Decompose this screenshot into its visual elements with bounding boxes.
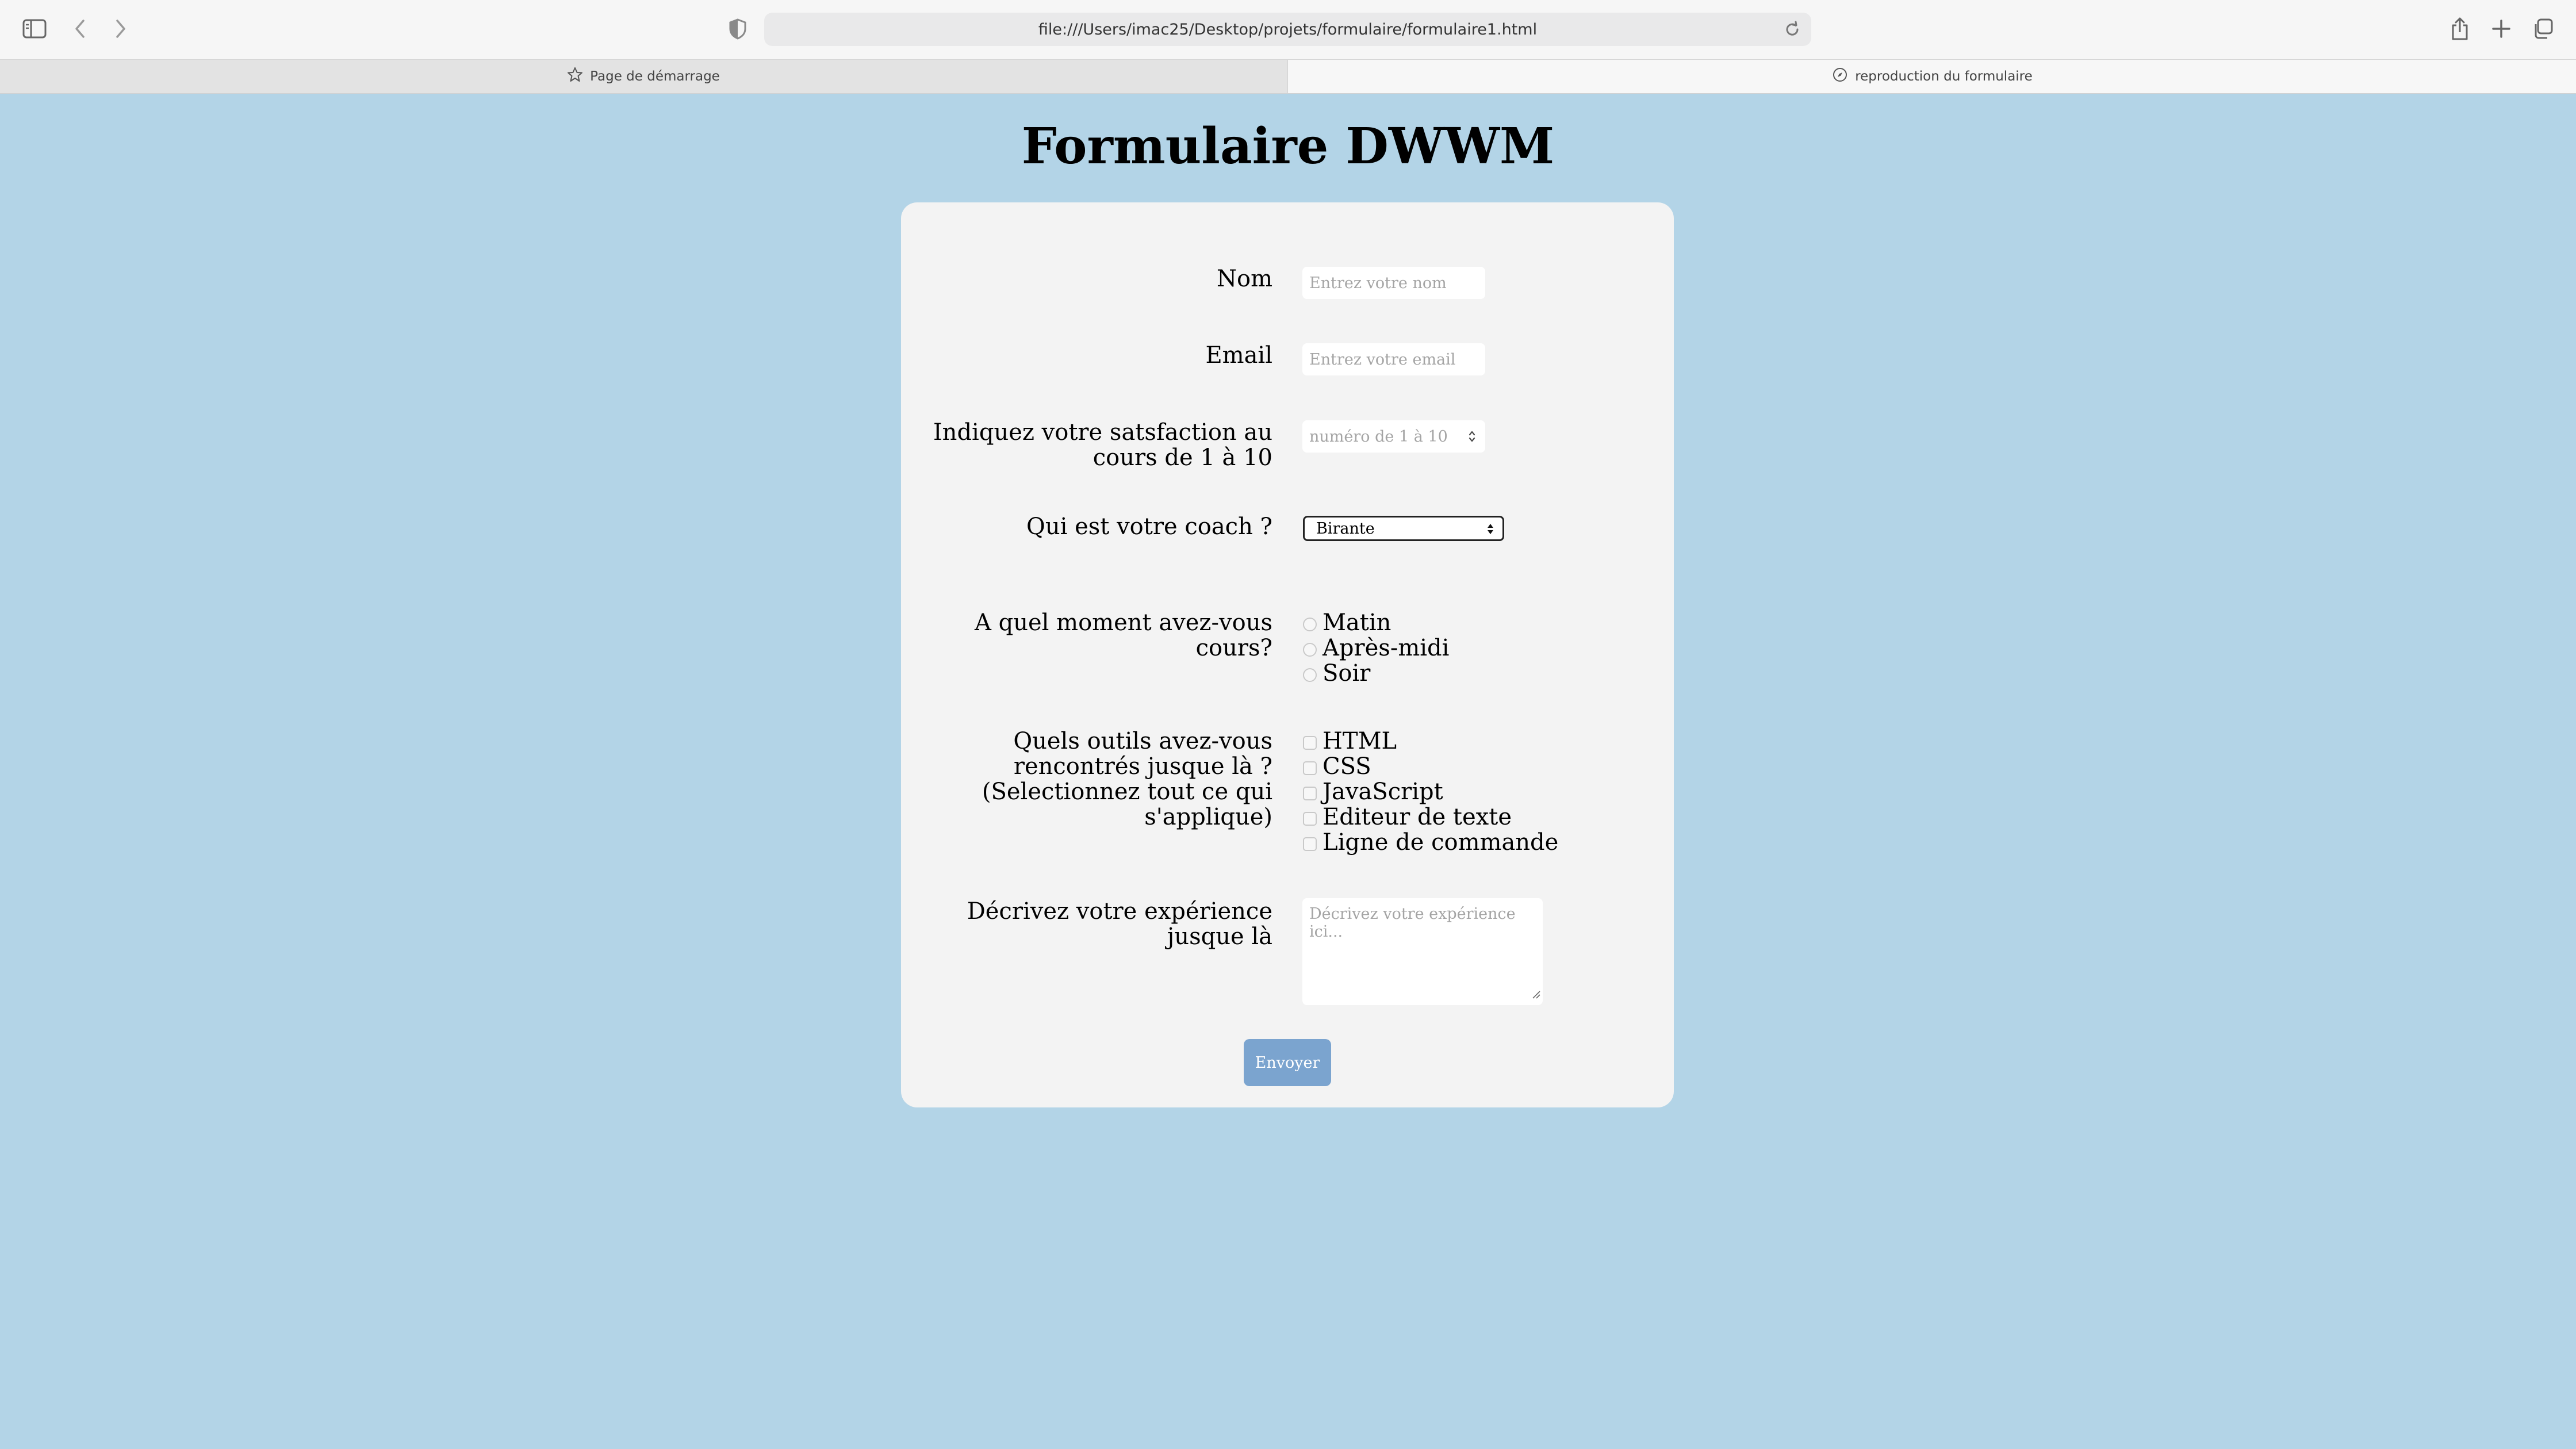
experience-label: Décrivez votre expérience jusque là — [967, 898, 1272, 950]
coach-select[interactable]: Birante — [1303, 516, 1504, 541]
tab-label: Page de démarrage — [590, 69, 720, 84]
email-label: Email — [1205, 342, 1272, 369]
reload-icon[interactable] — [1784, 21, 1801, 42]
radio-label: Soir — [1322, 660, 1371, 687]
tool-option-text-editor[interactable]: Editeur de texte — [1303, 804, 1512, 830]
tab-label: reproduction du formulaire — [1855, 69, 2033, 84]
satisfaction-input[interactable]: numéro de 1 à 10 — [1302, 420, 1485, 453]
tool-option-javascript[interactable]: JavaScript — [1303, 779, 1443, 804]
new-tab-icon[interactable] — [2491, 17, 2512, 40]
checkbox-label: CSS — [1322, 753, 1371, 780]
resize-handle-icon[interactable] — [1531, 985, 1540, 1003]
checkbox[interactable] — [1303, 787, 1317, 800]
url-text: file:///Users/imac25/Desktop/projets/for… — [1038, 20, 1538, 39]
tool-option-css[interactable]: CSS — [1303, 754, 1371, 779]
checkbox-label: HTML — [1322, 728, 1397, 754]
checkbox-label: Ligne de commande — [1322, 829, 1559, 856]
radio-label: Matin — [1322, 610, 1392, 636]
satisfaction-placeholder: numéro de 1 à 10 — [1309, 427, 1448, 446]
star-icon — [567, 67, 583, 86]
privacy-shield-icon[interactable] — [728, 17, 747, 40]
checkbox[interactable] — [1303, 837, 1317, 851]
select-arrows-icon — [1486, 522, 1494, 540]
checkbox-label: Editeur de texte — [1322, 804, 1512, 830]
tab-form-reproduction[interactable]: reproduction du formulaire — [1287, 60, 2576, 93]
checkbox[interactable] — [1303, 812, 1317, 826]
compass-icon — [1832, 67, 1848, 86]
name-input[interactable]: Entrez votre nom — [1302, 267, 1485, 299]
tab-overview-icon[interactable] — [2531, 17, 2554, 40]
tab-start-page[interactable]: Page de démarrage — [0, 60, 1287, 93]
submit-button[interactable]: Envoyer — [1244, 1039, 1331, 1086]
checkbox[interactable] — [1303, 761, 1317, 775]
browser-toolbar: file:///Users/imac25/Desktop/projets/for… — [0, 0, 2576, 59]
radio-button[interactable] — [1303, 618, 1317, 631]
forward-icon[interactable] — [113, 17, 129, 40]
name-label: Nom — [1216, 266, 1272, 292]
experience-placeholder: Décrivez votre expérience ici... — [1309, 905, 1516, 941]
radio-label: Après-midi — [1322, 635, 1450, 661]
moment-option-apres-midi[interactable]: Après-midi — [1303, 635, 1449, 661]
tab-bar: Page de démarrage reproduction du formul… — [0, 59, 2576, 94]
checkbox-label: JavaScript — [1322, 779, 1443, 805]
tool-option-command-line[interactable]: Ligne de commande — [1303, 830, 1558, 855]
sidebar-toggle-icon[interactable] — [22, 17, 47, 40]
checkbox[interactable] — [1303, 736, 1317, 750]
back-icon[interactable] — [72, 17, 88, 40]
experience-textarea[interactable]: Décrivez votre expérience ici... — [1302, 898, 1543, 1005]
stepper-arrows-icon[interactable] — [1468, 430, 1476, 447]
radio-button[interactable] — [1303, 668, 1317, 682]
coach-selected-value: Birante — [1316, 519, 1375, 538]
address-bar[interactable]: file:///Users/imac25/Desktop/projets/for… — [764, 13, 1811, 46]
share-icon[interactable] — [2450, 16, 2470, 41]
moment-option-soir[interactable]: Soir — [1303, 661, 1370, 686]
moment-label: A quel moment avez-vous cours? — [975, 610, 1272, 661]
moment-option-matin[interactable]: Matin — [1303, 610, 1391, 635]
coach-label: Qui est votre coach ? — [1026, 513, 1272, 540]
tool-option-html[interactable]: HTML — [1303, 729, 1397, 754]
email-input[interactable]: Entrez votre email — [1302, 343, 1485, 375]
satisfaction-label: Indiquez votre satsfaction au cours de 1… — [933, 419, 1272, 471]
page-title: Formulaire DWWM — [1021, 117, 1555, 175]
tools-label: Quels outils avez-vous rencontrés jusque… — [982, 728, 1272, 830]
radio-button[interactable] — [1303, 643, 1317, 657]
